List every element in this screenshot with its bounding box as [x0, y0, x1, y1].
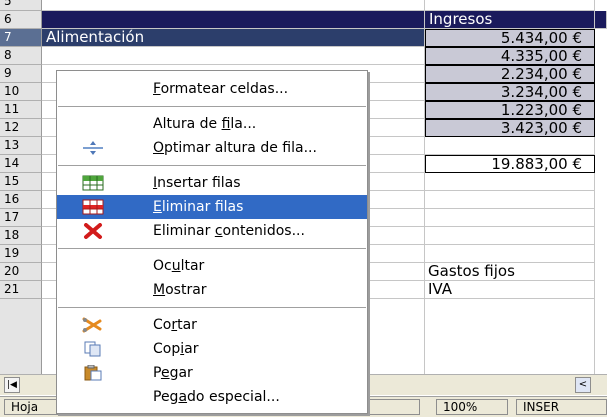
row-header[interactable]: 9	[0, 65, 42, 83]
first-sheet-icon[interactable]: |◀	[4, 377, 20, 393]
menu-item-insert-rows[interactable]: Insertar filas	[57, 171, 367, 195]
cell[interactable]	[425, 299, 595, 375]
menu-item-label: Pegado especial...	[153, 389, 280, 405]
cell[interactable]	[42, 0, 425, 11]
row-header[interactable]: 12	[0, 119, 42, 137]
row-header[interactable]: 10	[0, 83, 42, 101]
row-header[interactable]: 20	[0, 263, 42, 281]
row-header	[0, 299, 42, 375]
menu-item-label: Altura de fila...	[153, 116, 257, 132]
menu-item-paste[interactable]: Pegar	[57, 361, 367, 385]
copy-icon	[82, 341, 104, 357]
menu-item-hide[interactable]: Ocultar	[57, 254, 367, 278]
label-alimentacion-cell[interactable]: Alimentación	[42, 29, 425, 47]
menu-separator	[58, 165, 366, 166]
menu-separator	[58, 307, 366, 308]
value-cell[interactable]: 4.335,00 €	[425, 47, 595, 65]
row-header[interactable]: 14	[0, 155, 42, 173]
menu-item-label: Optimar altura de fila...	[153, 140, 317, 156]
row-header[interactable]: 13	[0, 137, 42, 155]
row-header[interactable]: 15	[0, 173, 42, 191]
menu-item-label: Insertar filas	[153, 175, 241, 191]
menu-item-label: Eliminar contenidos...	[153, 223, 305, 239]
row-header[interactable]: 5	[0, 0, 42, 11]
gastos-fijos-cell[interactable]: Gastos fijos	[425, 263, 595, 281]
cell[interactable]	[42, 47, 425, 65]
header-ingresos-cell[interactable]: Ingresos	[425, 11, 595, 29]
row-header[interactable]: 8	[0, 47, 42, 65]
paste-icon	[82, 364, 104, 381]
cell[interactable]	[42, 11, 425, 29]
value-cell[interactable]: 1.223,00 €	[425, 101, 595, 119]
cell[interactable]	[425, 227, 595, 245]
menu-item-cut[interactable]: Cortar	[57, 313, 367, 337]
row-header[interactable]: 16	[0, 191, 42, 209]
menu-separator	[58, 106, 366, 107]
menu-item-label: Ocultar	[153, 258, 205, 274]
iva-cell[interactable]: IVA	[425, 281, 595, 299]
optimal-height-icon	[82, 140, 104, 156]
menu-item-copy[interactable]: Copiar	[57, 337, 367, 361]
row-header[interactable]: 17	[0, 209, 42, 227]
cell[interactable]	[425, 245, 595, 263]
menu-item-row-height[interactable]: Altura de fila...	[57, 112, 367, 136]
insert-rows-icon	[82, 175, 104, 191]
menu-item-delete-contents[interactable]: Eliminar contenidos...	[57, 219, 367, 243]
zoom-indicator[interactable]: 100%	[436, 399, 508, 415]
delete-x-icon	[82, 223, 104, 239]
scroll-left-icon[interactable]: <	[575, 377, 591, 393]
row-header[interactable]: 21	[0, 281, 42, 299]
insert-mode-indicator[interactable]: INSER	[516, 399, 607, 415]
menu-item-delete-rows[interactable]: Eliminar filas	[57, 195, 367, 219]
menu-separator	[58, 248, 366, 249]
cell[interactable]	[425, 209, 595, 227]
cell[interactable]	[425, 137, 595, 155]
menu-item-label: Mostrar	[153, 282, 207, 298]
context-menu: Formatear celdas... Altura de fila... Op…	[56, 70, 368, 414]
value-cell[interactable]: 5.434,00 €	[425, 29, 595, 47]
menu-item-show[interactable]: Mostrar	[57, 278, 367, 302]
cell[interactable]	[595, 11, 607, 29]
value-cell[interactable]: 3.423,00 €	[425, 119, 595, 137]
value-cell[interactable]: 3.234,00 €	[425, 83, 595, 101]
total-cell[interactable]: 19.883,00 €	[425, 155, 595, 173]
delete-rows-icon	[82, 199, 104, 215]
menu-item-label: Cortar	[153, 317, 197, 333]
row-header[interactable]: 11	[0, 101, 42, 119]
cell[interactable]	[425, 173, 595, 191]
menu-item-optimal-row-height[interactable]: Optimar altura de fila...	[57, 136, 367, 160]
menu-item-label: Copiar	[153, 341, 199, 357]
cell[interactable]	[425, 0, 595, 11]
value-cell[interactable]: 2.234,00 €	[425, 65, 595, 83]
row-header[interactable]: 18	[0, 227, 42, 245]
menu-item-label: Eliminar filas	[153, 199, 244, 215]
row-header[interactable]: 6	[0, 11, 42, 29]
scissors-icon	[82, 317, 104, 333]
menu-item-label: Pegar	[153, 365, 193, 381]
cell[interactable]	[425, 191, 595, 209]
menu-item-label: Formatear celdas...	[153, 81, 289, 97]
row-header-selected[interactable]: 7	[0, 29, 42, 47]
menu-item-format-cells[interactable]: Formatear celdas...	[57, 77, 367, 101]
row-header[interactable]: 19	[0, 245, 42, 263]
menu-item-paste-special[interactable]: Pegado especial...	[57, 385, 367, 409]
